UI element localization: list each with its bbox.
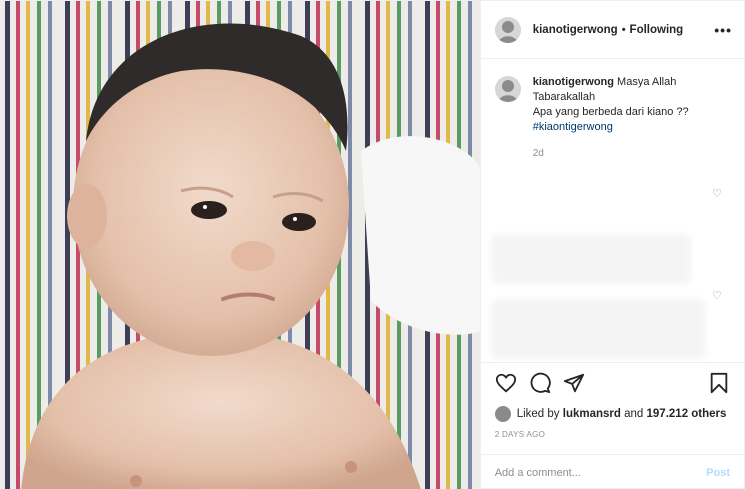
blurred-comment [490, 234, 691, 284]
caption-username-link[interactable]: kianotigerwong [533, 76, 614, 88]
add-comment-bar: Post [480, 454, 744, 489]
comment-heart-icon[interactable]: ♡ [712, 189, 722, 200]
caption-body: kianotigerwong Masya Allah Tabarakallah … [533, 75, 689, 161]
caption-avatar[interactable] [494, 76, 521, 102]
blurred-comment [490, 299, 706, 359]
post-date[interactable]: 2 DAYS AGO [481, 424, 744, 454]
likes-connector: and [624, 408, 644, 420]
profile-username-link[interactable]: kianotigerwong [533, 24, 618, 36]
likes-count-link[interactable]: 197.212 others [647, 408, 727, 420]
comment-input[interactable] [494, 466, 707, 479]
likes-prefix: Liked by [516, 408, 560, 420]
post-header: kianotigerwong • Following ••• [480, 1, 744, 59]
hashtag-link[interactable]: #kiaontigerwong [533, 120, 689, 135]
following-button[interactable]: Following [630, 24, 684, 36]
caption-text-line-3: Apa yang berbeda dari kiano ?? [532, 106, 689, 118]
avatar-image [494, 76, 521, 102]
post-photo[interactable] [1, 1, 480, 489]
heart-icon[interactable] [495, 372, 517, 394]
bookmark-icon[interactable] [708, 372, 730, 394]
avatar-image [494, 16, 521, 43]
profile-avatar[interactable] [494, 16, 521, 43]
post-comment-button[interactable]: Post [706, 467, 730, 479]
post-sidebar: kianotigerwong • Following ••• kianotige… [479, 1, 744, 489]
caption-age: 2d [532, 148, 544, 159]
more-options-icon[interactable]: ••• [714, 22, 732, 38]
instagram-post: kianotigerwong • Following ••• kianotige… [0, 0, 745, 489]
comment-icon[interactable] [529, 372, 551, 394]
separator-dot: • [621, 23, 626, 36]
baby-photo-illustration [1, 1, 480, 489]
likes-summary: Liked by lukmansrd and 197.212 others [481, 402, 744, 424]
share-icon[interactable] [563, 372, 585, 394]
comment-heart-icon[interactable]: ♡ [712, 291, 722, 302]
liker-avatar[interactable] [494, 406, 511, 422]
caption-text-line-2: Tabarakallah [532, 91, 596, 103]
comments-section: kianotigerwong Masya Allah Tabarakallah … [481, 59, 744, 362]
liker-username-link[interactable]: lukmansrd [563, 408, 621, 420]
caption-text-line-1: Masya Allah [617, 76, 677, 88]
action-bar [480, 362, 744, 402]
caption: kianotigerwong Masya Allah Tabarakallah … [494, 75, 730, 161]
